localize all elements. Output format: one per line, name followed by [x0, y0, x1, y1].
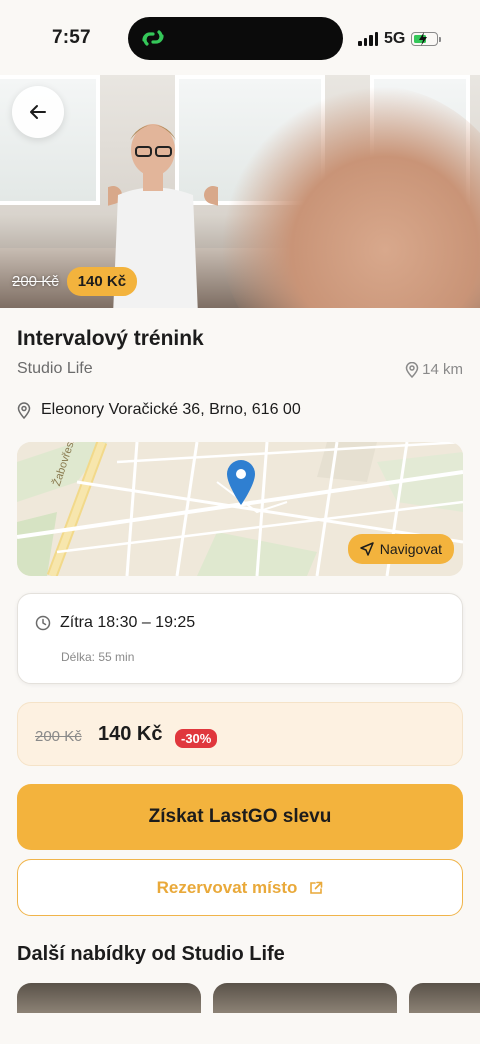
more-offers-title: Další nabídky od Studio Life: [17, 943, 285, 965]
hero-new-price-badge: 140 Kč: [66, 267, 138, 296]
navigate-label: Navigovat: [379, 541, 442, 557]
address: Eleonory Voračické 36, Brno, 616 00: [17, 401, 301, 419]
status-time: 7:57: [52, 27, 91, 48]
cellular-signal-icon: [358, 32, 378, 46]
get-discount-button[interactable]: Získat LastGO slevu: [17, 784, 463, 850]
schedule-time: Zítra 18:30 – 19:25: [60, 614, 196, 631]
navigate-button[interactable]: Navigovat: [347, 534, 454, 564]
network-type: 5G: [384, 30, 406, 47]
distance: 14 km: [405, 361, 463, 378]
status-bar: 7:57 5G: [0, 0, 480, 76]
app-logo-icon: [142, 30, 164, 46]
hero-old-price: 200 Kč: [12, 273, 59, 290]
schedule-duration: Délka: 55 min: [61, 650, 135, 664]
get-discount-label: Získat LastGO slevu: [148, 806, 332, 827]
external-link-icon: [310, 881, 323, 894]
location-pin-icon: [405, 361, 419, 378]
offer-card[interactable]: [409, 983, 480, 1013]
address-text: Eleonory Voračické 36, Brno, 616 00: [41, 401, 301, 418]
back-button[interactable]: [12, 86, 64, 138]
status-indicators: 5G: [358, 28, 442, 50]
dynamic-island: [128, 17, 343, 60]
studio-name[interactable]: Studio Life: [17, 360, 93, 378]
hero-price-tags: 200 Kč 140 Kč: [12, 267, 138, 296]
discount-badge: -30%: [175, 729, 218, 748]
location-map[interactable]: Žabovřeská Navigovat: [17, 442, 463, 576]
offer-card[interactable]: [213, 983, 397, 1013]
battery-charging-icon: [411, 32, 442, 46]
arrow-left-icon: [30, 105, 46, 119]
event-title: Intervalový trénink: [17, 327, 204, 350]
old-price: 200 Kč: [35, 728, 82, 745]
event-hero-image: 200 Kč 140 Kč: [0, 75, 480, 308]
reserve-button[interactable]: Rezervovat místo: [17, 859, 463, 916]
new-price: 140 Kč: [98, 723, 163, 745]
schedule-time-row: Zítra 18:30 – 19:25: [35, 614, 195, 632]
distance-value: 14 km: [422, 361, 463, 378]
clock-icon: [35, 615, 51, 631]
schedule-card: Zítra 18:30 – 19:25 Délka: 55 min: [17, 593, 463, 684]
location-pin-icon: [17, 401, 31, 419]
offer-card[interactable]: [17, 983, 201, 1013]
map-marker-icon: [227, 460, 255, 505]
price-card: 200 Kč 140 Kč -30%: [17, 702, 463, 766]
reserve-label: Rezervovat místo: [156, 877, 298, 897]
navigation-arrow-icon: [359, 542, 374, 556]
